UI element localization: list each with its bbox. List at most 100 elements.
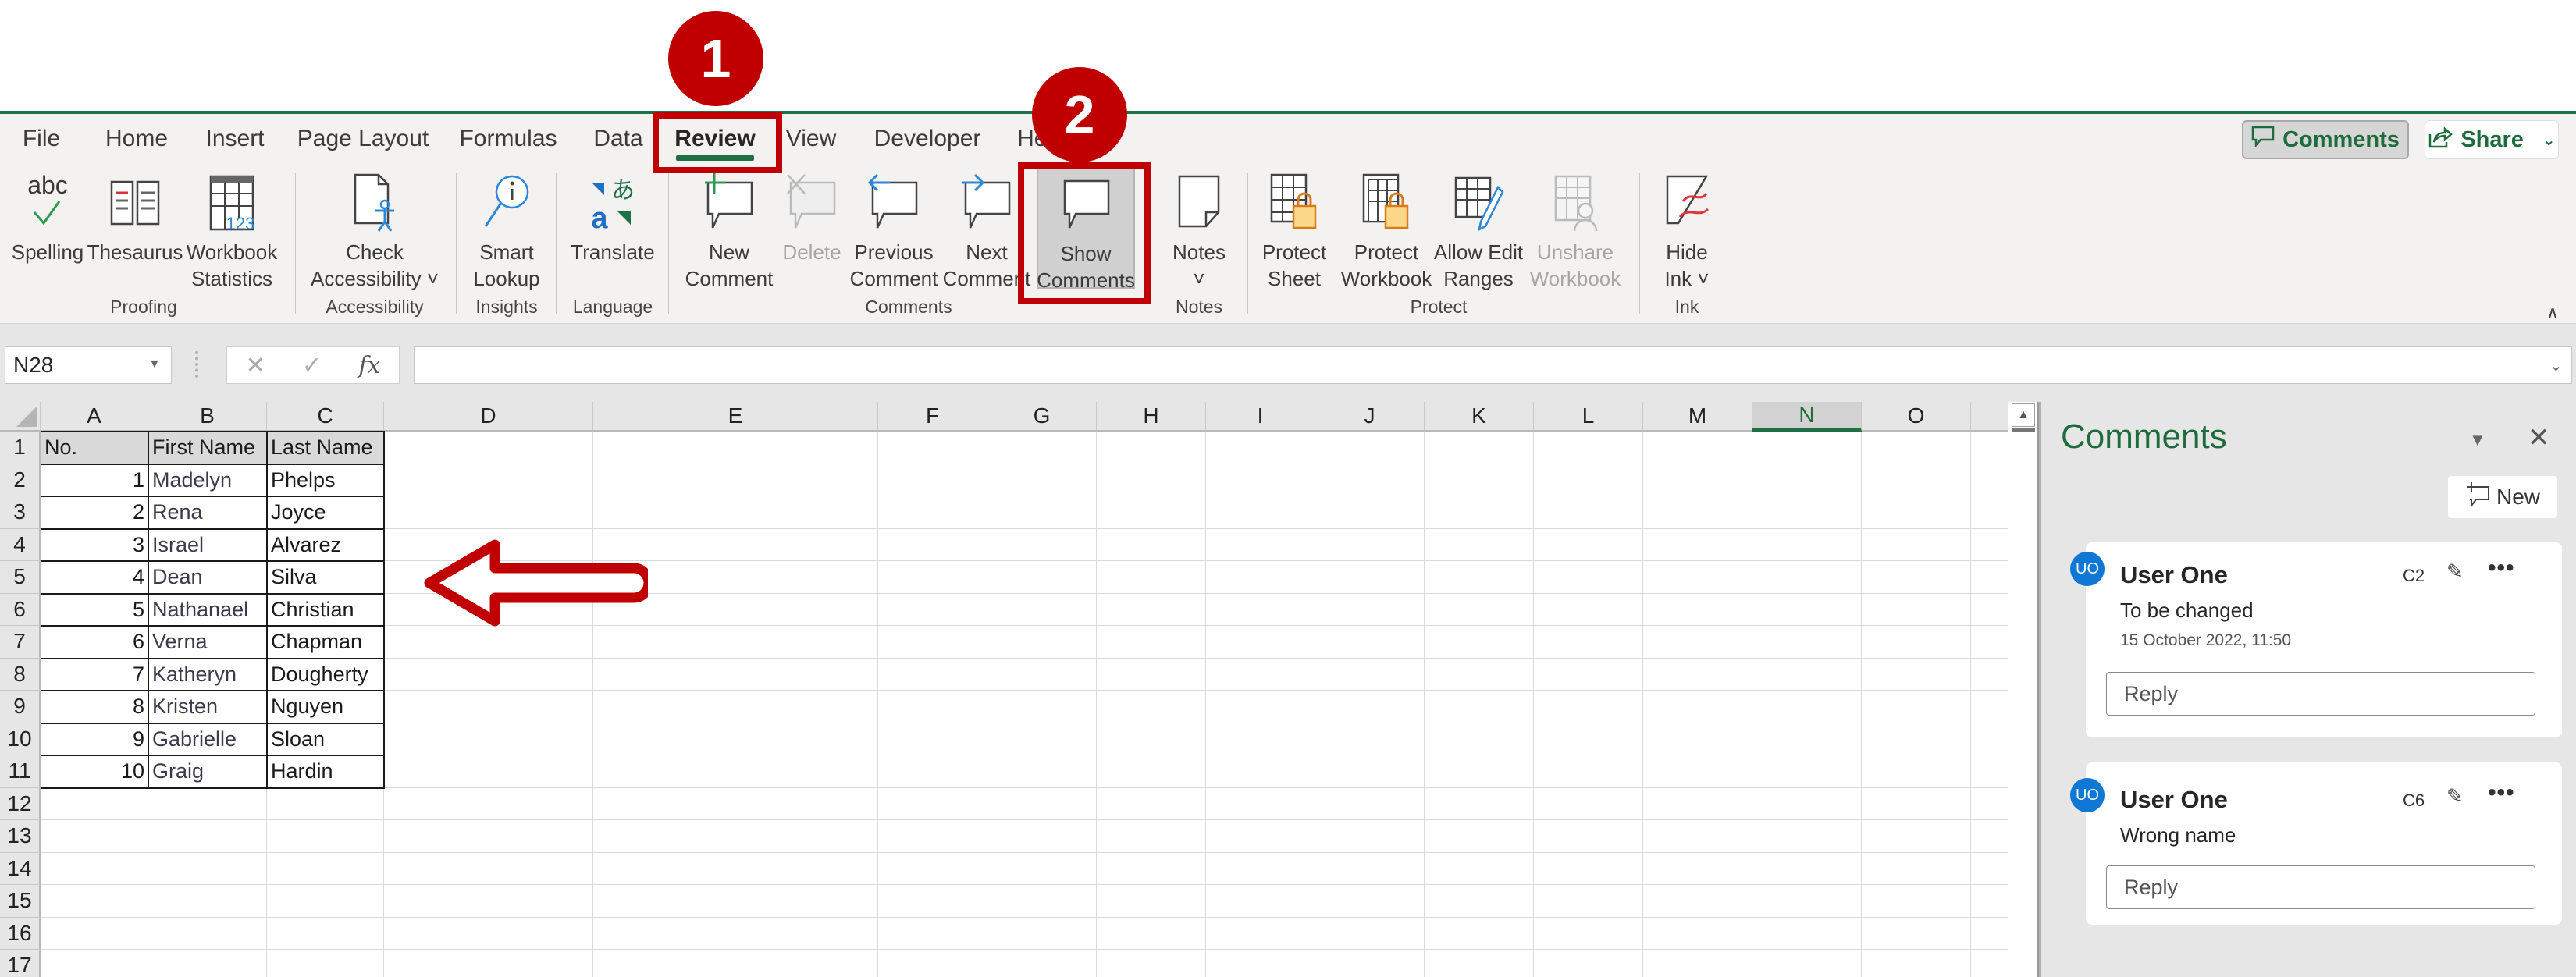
previous-comment-button[interactable]: Previous Comment: [848, 172, 940, 292]
smart-lookup-button[interactable]: Smart Lookup: [462, 172, 551, 292]
edit-pencil-icon[interactable]: ✎: [2446, 784, 2464, 808]
column-header-d[interactable]: D: [384, 402, 593, 432]
row-header-8[interactable]: 8: [0, 658, 41, 691]
column-header-m[interactable]: M: [1643, 402, 1752, 432]
table-cell[interactable]: 7: [41, 659, 148, 691]
more-options-icon[interactable]: •••: [2488, 555, 2515, 581]
tab-page-layout[interactable]: Page Layout: [297, 122, 429, 156]
reply-input[interactable]: Reply: [2106, 865, 2535, 909]
table-cell[interactable]: Christian: [267, 594, 384, 627]
row-header-11[interactable]: 11: [0, 755, 41, 788]
column-header-g[interactable]: G: [987, 402, 1097, 432]
table-header-cell[interactable]: No.: [41, 432, 148, 464]
table-cell[interactable]: Nguyen: [267, 691, 384, 723]
show-comments-button[interactable]: Show Comments: [1037, 164, 1135, 292]
comments-toggle-button[interactable]: Comments: [2242, 120, 2409, 159]
column-header-b[interactable]: B: [148, 402, 267, 432]
table-header-cell[interactable]: Last Name: [267, 432, 384, 464]
table-cell[interactable]: 3: [41, 529, 148, 562]
column-header-h[interactable]: H: [1097, 402, 1206, 432]
formula-input[interactable]: [414, 346, 2572, 384]
row-header-10[interactable]: 10: [0, 723, 41, 755]
table-cell[interactable]: Nathanael: [148, 594, 267, 627]
table-cell[interactable]: 1: [41, 464, 148, 497]
column-header-k[interactable]: K: [1425, 402, 1534, 432]
table-cell[interactable]: Hardin: [267, 755, 384, 788]
table-cell[interactable]: Joyce: [267, 496, 384, 529]
table-cell[interactable]: Graig: [148, 755, 267, 788]
row-header-6[interactable]: 6: [0, 593, 41, 626]
name-box[interactable]: N28: [5, 346, 172, 384]
tab-review[interactable]: Review: [671, 122, 759, 161]
translate-button[interactable]: aあ Translate: [562, 172, 664, 265]
tab-home[interactable]: Home: [98, 122, 175, 156]
next-comment-button[interactable]: Next Comment: [943, 172, 1030, 292]
cancel-icon[interactable]: ✕: [246, 352, 265, 379]
spreadsheet-grid[interactable]: ABCDEFGHIJKLMNOP123456789101112131415161…: [0, 402, 2008, 977]
column-header-a[interactable]: A: [41, 402, 148, 432]
table-cell[interactable]: 5: [41, 594, 148, 627]
table-cell[interactable]: 6: [41, 626, 148, 659]
share-button[interactable]: Share ⌄: [2425, 120, 2559, 159]
table-cell[interactable]: 2: [41, 496, 148, 529]
collapse-ribbon-icon[interactable]: ∧: [2546, 303, 2559, 323]
edit-pencil-icon[interactable]: ✎: [2446, 560, 2464, 584]
table-cell[interactable]: 4: [41, 561, 148, 594]
row-header-9[interactable]: 9: [0, 691, 41, 723]
insert-function-icon[interactable]: fx: [358, 352, 380, 379]
column-header-c[interactable]: C: [267, 402, 384, 432]
table-cell[interactable]: Dougherty: [267, 659, 384, 691]
row-header-5[interactable]: 5: [0, 561, 41, 594]
tab-developer[interactable]: Developer: [866, 122, 988, 156]
vertical-scrollbar[interactable]: ▲: [2008, 402, 2039, 977]
formula-bar-grip-icon[interactable]: [195, 351, 200, 378]
column-header-o[interactable]: O: [1862, 402, 1971, 432]
table-cell[interactable]: Israel: [148, 529, 267, 562]
select-all-corner[interactable]: [0, 402, 41, 432]
column-header-n[interactable]: N: [1752, 402, 1862, 432]
spelling-button[interactable]: abc Spelling: [6, 172, 89, 265]
thesaurus-button[interactable]: Thesaurus: [87, 172, 183, 265]
enter-check-icon[interactable]: ✓: [302, 352, 322, 379]
reply-input[interactable]: Reply: [2106, 672, 2535, 716]
column-header-i[interactable]: I: [1206, 402, 1315, 432]
table-cell[interactable]: Verna: [148, 626, 267, 659]
hide-ink-button[interactable]: Hide Ink ˅: [1647, 172, 1727, 292]
protect-workbook-button[interactable]: Protect Workbook: [1336, 172, 1436, 292]
table-header-cell[interactable]: First Name: [148, 432, 267, 464]
table-cell[interactable]: Dean: [148, 561, 267, 594]
column-header-p[interactable]: P: [1971, 402, 2008, 432]
row-header-3[interactable]: 3: [0, 496, 41, 529]
table-cell[interactable]: 10: [41, 755, 148, 788]
column-header-f[interactable]: F: [878, 402, 987, 432]
unshare-workbook-button[interactable]: Unshare Workbook: [1527, 172, 1624, 292]
tab-view[interactable]: View: [784, 122, 838, 156]
comment-cell-ref[interactable]: C2: [2403, 566, 2425, 586]
tab-insert[interactable]: Insert: [200, 122, 270, 156]
expand-formula-bar-icon[interactable]: ⌄: [2549, 356, 2563, 375]
name-box-dropdown-icon[interactable]: ▼: [148, 357, 161, 371]
pane-options-dropdown-icon[interactable]: ▼: [2469, 430, 2486, 450]
row-header-1[interactable]: 1: [0, 432, 41, 464]
scroll-up-arrow-icon[interactable]: ▲: [2012, 403, 2035, 427]
comment-thread[interactable]: UO User One C2 ✎ ••• To be changed 15 Oc…: [2070, 542, 2562, 737]
check-accessibility-button[interactable]: Check Accessibility ˅: [306, 172, 443, 292]
comment-thread[interactable]: UO User One C6 ✎ ••• Wrong name Reply: [2070, 762, 2562, 925]
table-cell[interactable]: Phelps: [267, 464, 384, 497]
delete-comment-button[interactable]: Delete: [781, 172, 843, 265]
table-cell[interactable]: Kristen: [148, 691, 267, 723]
table-cell[interactable]: Rena: [148, 496, 267, 529]
protect-sheet-button[interactable]: Protect Sheet: [1254, 172, 1335, 292]
new-comment-pane-button[interactable]: New: [2448, 476, 2557, 518]
table-cell[interactable]: 9: [41, 723, 148, 756]
table-cell[interactable]: 8: [41, 691, 148, 723]
table-cell[interactable]: Gabrielle: [148, 723, 267, 756]
workbook-statistics-button[interactable]: 123 Workbook Statistics: [183, 172, 281, 292]
comment-cell-ref[interactable]: C6: [2403, 790, 2425, 811]
scroll-thumb[interactable]: [2012, 428, 2035, 432]
column-header-e[interactable]: E: [593, 402, 878, 432]
tab-file[interactable]: File: [17, 122, 66, 156]
row-header-16[interactable]: 16: [0, 917, 41, 950]
table-cell[interactable]: Madelyn: [148, 464, 267, 497]
table-cell[interactable]: Sloan: [267, 723, 384, 756]
